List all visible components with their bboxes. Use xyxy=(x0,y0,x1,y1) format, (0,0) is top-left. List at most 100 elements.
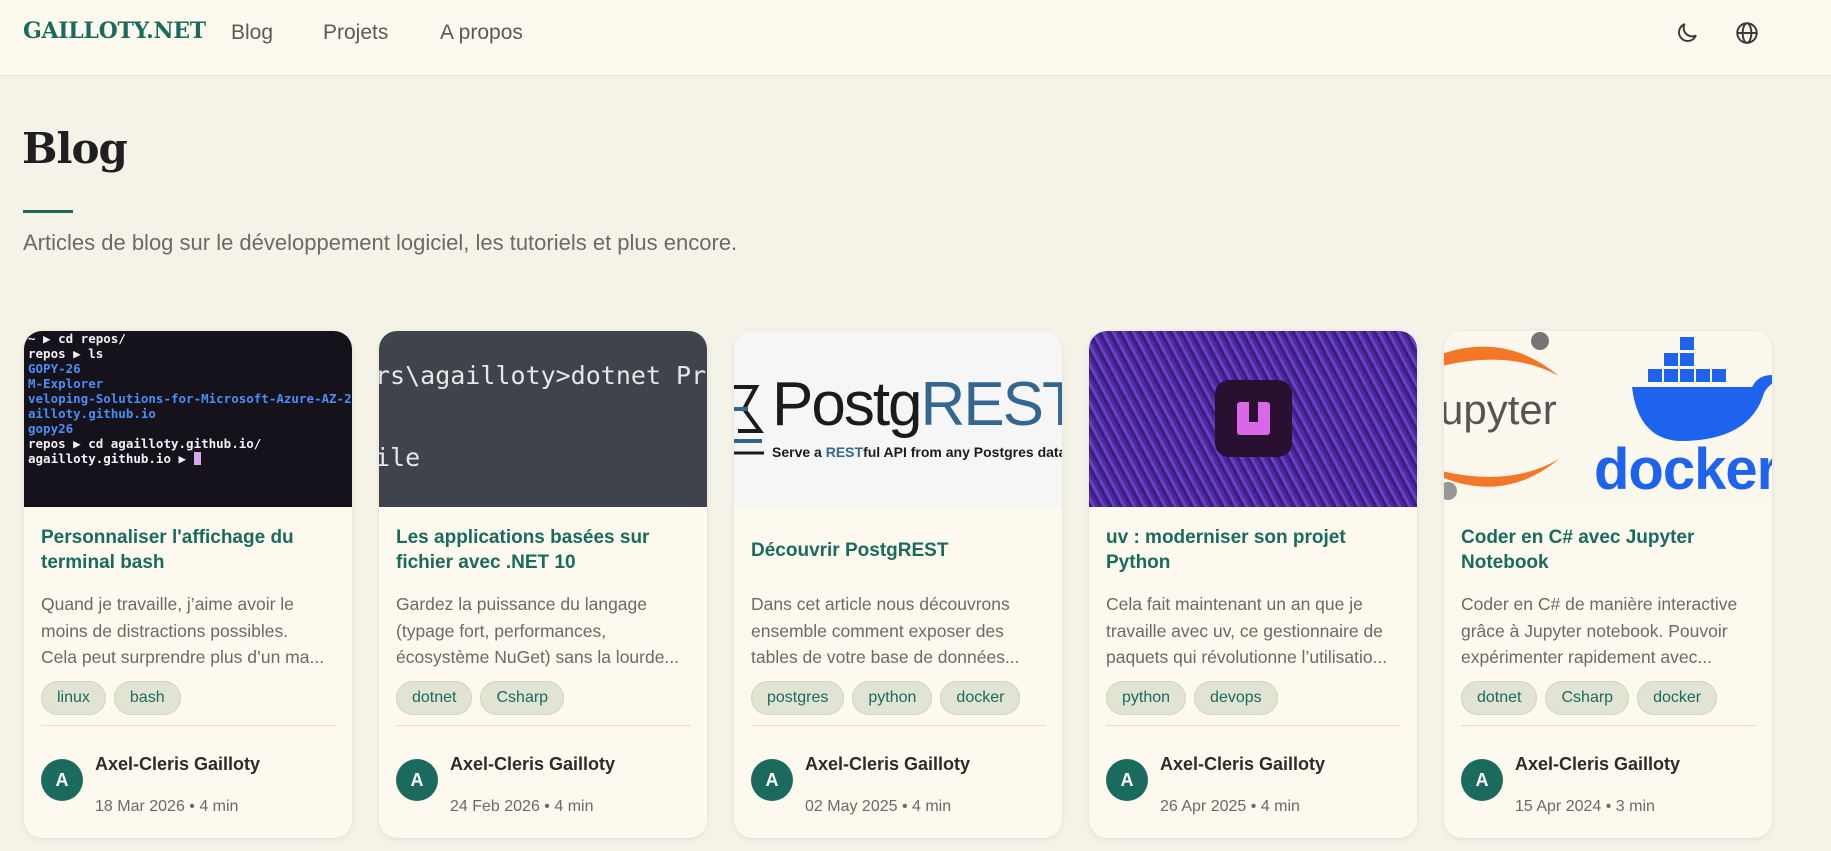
post-excerpt-line: tables de votre base de données... xyxy=(751,647,1020,667)
nav-link-a-propos[interactable]: A propos xyxy=(440,21,523,45)
post-author: Axel-Cleris Gailloty xyxy=(450,754,616,774)
post-excerpt: Quand je travaille, j’aime avoir le moin… xyxy=(41,591,337,671)
docker-wordmark: docker xyxy=(1594,437,1772,502)
post-excerpt: Dans cet article nous découvrons ensembl… xyxy=(751,591,1047,671)
terminal-line: GOPY-26 xyxy=(28,361,81,376)
nav-link-projets[interactable]: Projets xyxy=(323,21,388,45)
post-card[interactable]: PostgREST Serve a RESTful API from any P… xyxy=(734,331,1062,838)
post-tags: linux bash xyxy=(41,681,181,715)
post-meta: 18 Mar 2026 • 4 min xyxy=(95,798,239,815)
post-excerpt: Coder en C# de manière interactive grâce… xyxy=(1461,591,1757,671)
tag-docker[interactable]: docker xyxy=(1637,681,1718,715)
tag-csharp[interactable]: Csharp xyxy=(1545,681,1630,715)
post-card[interactable]: ~ ▶ cd repos/ repos ▶ ls GOPY-26 M-Explo… xyxy=(24,331,352,838)
tag-csharp[interactable]: Csharp xyxy=(480,681,565,715)
moon-icon[interactable] xyxy=(1674,20,1700,46)
logo-dark-part: Postg xyxy=(772,370,923,439)
post-meta: 24 Feb 2026 • 4 min xyxy=(450,798,594,815)
terminal-line: gopy26 xyxy=(28,421,74,436)
post-excerpt-line: moins de distractions possibles. xyxy=(41,620,289,641)
post-card[interactable]: upyter docker Coder en C# avec Jupyter N… xyxy=(1444,331,1772,838)
post-excerpt-line: travaille avec uv, ce gestionnaire de xyxy=(1106,620,1383,641)
tagline-blue: REST xyxy=(825,444,864,460)
page-title: Blog xyxy=(22,124,128,173)
avatar: A xyxy=(1106,759,1148,801)
post-author: Axel-Cleris Gailloty xyxy=(805,754,971,774)
post-excerpt-line: ensemble comment exposer des xyxy=(751,620,1004,641)
page-subtitle: Articles de blog sur le développement lo… xyxy=(23,230,738,255)
post-thumbnail-dotnet[interactable]: rs\agailloty>dotnet Prog ile xyxy=(379,331,707,507)
terminal-prompt: agailloty.github.io ▶ xyxy=(28,451,201,466)
post-excerpt-line: Quand je travaille, j’aime avoir le xyxy=(41,594,294,614)
post-excerpt-line: Dans cet article nous découvrons xyxy=(751,594,1010,614)
uv-logo-notch xyxy=(1249,402,1258,422)
post-thumbnail-uv[interactable] xyxy=(1089,331,1417,507)
card-divider xyxy=(1461,725,1756,726)
post-meta: 02 May 2025 • 4 min xyxy=(805,798,952,815)
postgrest-logo-text: PostgREST xyxy=(772,369,1062,440)
post-meta: 15 Apr 2024 • 3 min xyxy=(1515,798,1655,815)
card-divider xyxy=(751,725,1046,726)
console-line: rs\agailloty>dotnet Prog xyxy=(379,361,707,390)
post-excerpt-line: écosystème NuGet) sans la lourde... xyxy=(396,647,680,667)
post-author: Axel-Cleris Gailloty xyxy=(95,754,261,774)
post-excerpt-line: grâce à Jupyter notebook. Pouvoir xyxy=(1461,620,1728,641)
post-tags: postgres python docker xyxy=(751,681,1021,715)
brand-logo-link[interactable]: GAILLOTY.NET xyxy=(23,18,206,44)
post-title-link[interactable]: Coder en C# avec Jupyter Notebook xyxy=(1461,525,1756,575)
post-title-link[interactable]: Personnaliser l'affichage du terminal ba… xyxy=(41,525,336,575)
terminal-line: repos ▶ ls xyxy=(28,346,104,361)
tag-dotnet[interactable]: dotnet xyxy=(1461,681,1538,715)
post-title-link[interactable]: uv : moderniser son projet Python xyxy=(1106,525,1401,575)
post-card[interactable]: uv : moderniser son projet Python Cela f… xyxy=(1089,331,1417,838)
terminal-line: veloping-Solutions-for-Microsoft-Azure-A… xyxy=(28,391,352,406)
post-excerpt: Gardez la puissance du langage (typage f… xyxy=(396,591,692,671)
post-excerpt-line: Coder en C# de manière interactive xyxy=(1461,594,1738,614)
terminal-line: ailloty.github.io xyxy=(28,406,156,421)
avatar: A xyxy=(396,759,438,801)
title-underline xyxy=(23,210,73,213)
tag-bash[interactable]: bash xyxy=(113,681,181,715)
post-thumbnail-postgrest[interactable]: PostgREST Serve a RESTful API from any P… xyxy=(734,331,1062,507)
tag-docker[interactable]: docker xyxy=(940,681,1021,715)
post-thumbnail-terminal[interactable]: ~ ▶ cd repos/ repos ▶ ls GOPY-26 M-Explo… xyxy=(24,331,352,507)
post-excerpt-line: (typage fort, performances, xyxy=(396,620,607,641)
terminal-line: M-Explorer xyxy=(28,376,104,391)
terminal-line: agailloty.github.io ▶ xyxy=(28,451,194,466)
tag-dotnet[interactable]: dotnet xyxy=(396,681,473,715)
top-navbar: GAILLOTY.NET Blog Projets A propos xyxy=(0,0,1831,76)
avatar: A xyxy=(751,759,793,801)
elephant-logo-icon xyxy=(734,385,764,455)
post-meta: 26 Apr 2025 • 4 min xyxy=(1160,798,1300,815)
post-title-link[interactable]: Découvrir PostgREST xyxy=(751,538,1046,563)
post-excerpt-line: Cela peut surprendre plus d’un ma... xyxy=(41,647,325,667)
tag-devops[interactable]: devops xyxy=(1194,681,1278,715)
terminal-cursor xyxy=(193,452,201,465)
docker-whale-icon xyxy=(1632,337,1772,441)
post-card[interactable]: rs\agailloty>dotnet Prog ile Les applica… xyxy=(379,331,707,838)
card-divider xyxy=(41,725,336,726)
avatar: A xyxy=(1461,759,1503,801)
tag-python[interactable]: python xyxy=(852,681,933,715)
post-author: Axel-Cleris Gailloty xyxy=(1160,754,1326,774)
console-line: ile xyxy=(379,443,421,472)
uv-logo-icon xyxy=(1215,380,1292,457)
uv-logo-mark xyxy=(1237,402,1270,435)
post-excerpt-line: Cela fait maintenant un an que je xyxy=(1106,594,1363,614)
tag-python[interactable]: python xyxy=(1106,681,1187,715)
post-title-link[interactable]: Les applications basées sur fichier avec… xyxy=(396,525,691,575)
tag-postgres[interactable]: postgres xyxy=(751,681,845,715)
post-tags: dotnet Csharp xyxy=(396,681,565,715)
post-tags: dotnet Csharp docker xyxy=(1461,681,1718,715)
card-divider xyxy=(396,725,691,726)
post-tags: python devops xyxy=(1106,681,1278,715)
card-divider xyxy=(1106,725,1401,726)
post-excerpt-line: paquets qui révolutionne l’utilisatio... xyxy=(1106,647,1388,667)
terminal-line: repos ▶ cd agailloty.github.io/ xyxy=(28,436,262,451)
tag-linux[interactable]: linux xyxy=(41,681,106,715)
tagline-pre: Serve a xyxy=(772,444,826,460)
post-author: Axel-Cleris Gailloty xyxy=(1515,754,1681,774)
nav-link-blog[interactable]: Blog xyxy=(231,21,273,45)
post-thumbnail-jupyter-docker[interactable]: upyter docker xyxy=(1444,331,1772,507)
globe-icon[interactable] xyxy=(1734,20,1760,46)
